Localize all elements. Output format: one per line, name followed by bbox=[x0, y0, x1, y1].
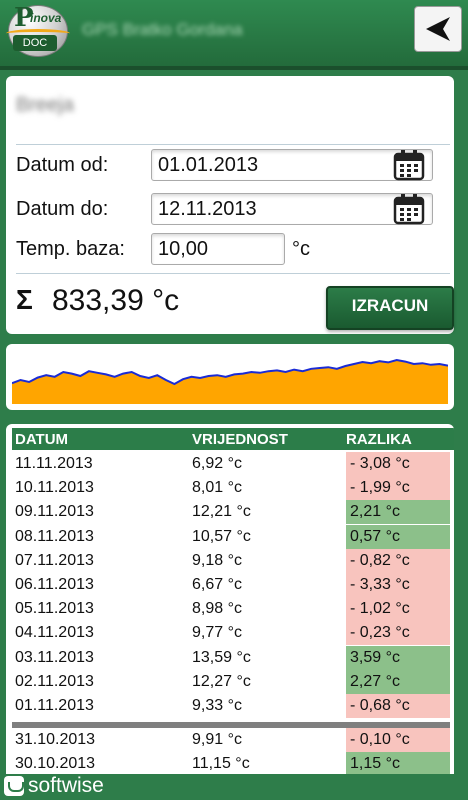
table-row[interactable]: 11.11.2013 6,92 °c - 3,08 °c bbox=[12, 452, 454, 476]
row-date: 10.11.2013 bbox=[15, 479, 94, 497]
row-diff-cell: - 0,23 °c bbox=[346, 621, 450, 646]
row-date: 31.10.2013 bbox=[15, 731, 96, 749]
total-value: 833,39 °c bbox=[52, 284, 180, 317]
row-date: 03.11.2013 bbox=[15, 648, 94, 666]
row-date: 09.11.2013 bbox=[15, 503, 94, 521]
calendar-icon[interactable] bbox=[392, 192, 426, 226]
table-header: DATUM VRIJEDNOST RAZLIKA bbox=[12, 428, 454, 450]
temp-base-input[interactable]: 10,00 bbox=[151, 233, 285, 265]
row-diff-cell: - 0,10 °c bbox=[346, 728, 450, 753]
row-diff-cell: - 0,82 °c bbox=[346, 548, 450, 573]
back-button[interactable] bbox=[414, 6, 462, 52]
table-row[interactable]: 01.11.2013 9,33 °c - 0,68 °c bbox=[12, 694, 454, 718]
row-diff: 0,57 °c bbox=[350, 527, 400, 545]
row-date: 08.11.2013 bbox=[15, 527, 94, 545]
row-value: 12,21 °c bbox=[192, 503, 251, 521]
row-diff: - 0,82 °c bbox=[350, 551, 410, 569]
row-value: 6,67 °c bbox=[192, 576, 242, 593]
row-diff: - 1,02 °c bbox=[350, 600, 410, 618]
row-diff: - 3,33 °c bbox=[350, 576, 410, 593]
row-diff-cell: 1,15 °c bbox=[346, 752, 450, 776]
row-value: 8,01 °c bbox=[192, 479, 242, 497]
pinova-doc-logo: P inova DOC bbox=[4, 3, 72, 57]
footer: softwise bbox=[0, 774, 468, 800]
row-diff-cell: 2,21 °c bbox=[346, 500, 450, 525]
row-value: 9,77 °c bbox=[192, 624, 242, 642]
date-to-input[interactable]: 12.11.2013 bbox=[151, 193, 433, 225]
sigma-symbol: Σ bbox=[16, 284, 33, 315]
row-diff: - 3,08 °c bbox=[350, 455, 410, 472]
row-value: 12,27 °c bbox=[192, 672, 251, 690]
row-diff-cell: 2,27 °c bbox=[346, 669, 450, 694]
table-row[interactable]: 30.10.2013 11,15 °c 1,15 °c bbox=[12, 752, 454, 776]
row-value: 6,92 °c bbox=[192, 455, 242, 472]
softwise-logo-icon bbox=[4, 776, 24, 796]
row-date: 04.11.2013 bbox=[15, 624, 94, 642]
chart-area bbox=[12, 358, 448, 404]
chart-area-fill bbox=[12, 360, 448, 404]
row-date: 05.11.2013 bbox=[15, 600, 94, 618]
header-diff: RAZLIKA bbox=[346, 431, 412, 448]
app-header: P inova DOC GPS Bratko Gordana bbox=[0, 0, 468, 70]
table-row[interactable]: 04.11.2013 9,77 °c - 0,23 °c bbox=[12, 621, 454, 646]
header-value: VRIJEDNOST bbox=[192, 431, 288, 448]
temp-base-label: Temp. baza: bbox=[16, 238, 125, 260]
row-diff: 1,15 °c bbox=[350, 755, 400, 773]
calendar-icon[interactable] bbox=[392, 148, 426, 182]
divider bbox=[16, 144, 450, 145]
row-diff-cell: - 1,02 °c bbox=[346, 597, 450, 622]
footer-brand: softwise bbox=[28, 774, 104, 797]
calculation-form: Breeja Datum od: 01.01.2013 Datum do: 12… bbox=[6, 76, 454, 334]
row-diff: - 0,23 °c bbox=[350, 624, 410, 642]
date-from-input[interactable]: 01.01.2013 bbox=[151, 149, 433, 181]
row-date: 11.11.2013 bbox=[15, 455, 93, 472]
row-diff-cell: 0,57 °c bbox=[346, 524, 450, 549]
row-diff-cell: - 1,99 °c bbox=[346, 476, 450, 501]
station-name: Breeja bbox=[16, 94, 74, 116]
table-row[interactable]: 06.11.2013 6,67 °c - 3,33 °c bbox=[12, 573, 454, 597]
back-arrow-icon bbox=[426, 17, 450, 41]
table-row[interactable]: 02.11.2013 12,27 °c 2,27 °c bbox=[12, 669, 454, 694]
row-diff: 2,27 °c bbox=[350, 672, 400, 690]
row-value: 9,18 °c bbox=[192, 551, 242, 569]
table-row[interactable]: 07.11.2013 9,18 °c - 0,82 °c bbox=[12, 548, 454, 573]
calculate-button[interactable]: IZRACUN bbox=[326, 286, 454, 330]
row-diff-cell: - 0,68 °c bbox=[346, 694, 450, 718]
row-value: 10,57 °c bbox=[192, 527, 251, 545]
date-from-label: Datum od: bbox=[16, 154, 109, 176]
table-row[interactable]: 08.11.2013 10,57 °c 0,57 °c bbox=[12, 524, 454, 549]
row-date: 02.11.2013 bbox=[15, 672, 94, 690]
row-diff: - 0,68 °c bbox=[350, 697, 410, 714]
table-row[interactable]: 03.11.2013 13,59 °c 3,59 °c bbox=[12, 645, 454, 670]
row-diff-cell: - 3,33 °c bbox=[346, 573, 450, 597]
row-diff: 2,21 °c bbox=[350, 503, 400, 521]
temperature-chart bbox=[6, 344, 454, 410]
month-divider bbox=[12, 722, 450, 728]
row-date: 30.10.2013 bbox=[15, 755, 96, 773]
app-title: GPS Bratko Gordana bbox=[82, 20, 243, 39]
table-row[interactable]: 10.11.2013 8,01 °c - 1,99 °c bbox=[12, 476, 454, 501]
date-to-label: Datum do: bbox=[16, 198, 109, 220]
table-row[interactable]: 09.11.2013 12,21 °c 2,21 °c bbox=[12, 500, 454, 525]
data-table: DATUM VRIJEDNOST RAZLIKA 11.11.2013 6,92 … bbox=[6, 424, 454, 776]
row-date: 06.11.2013 bbox=[15, 576, 94, 593]
row-diff-cell: - 3,08 °c bbox=[346, 452, 450, 476]
row-diff: 3,59 °c bbox=[350, 648, 400, 666]
row-value: 13,59 °c bbox=[192, 648, 251, 666]
row-diff: - 0,10 °c bbox=[350, 731, 410, 749]
row-value: 9,33 °c bbox=[192, 697, 242, 714]
header-date: DATUM bbox=[15, 431, 69, 448]
row-diff-cell: 3,59 °c bbox=[346, 645, 450, 670]
table-row[interactable]: 31.10.2013 9,91 °c - 0,10 °c bbox=[12, 728, 454, 753]
row-date: 01.11.2013 bbox=[15, 697, 94, 714]
table-row[interactable]: 05.11.2013 8,98 °c - 1,02 °c bbox=[12, 597, 454, 622]
divider bbox=[16, 273, 450, 274]
row-value: 9,91 °c bbox=[192, 731, 242, 749]
row-value: 11,15 °c bbox=[192, 755, 250, 773]
temp-unit: °c bbox=[292, 238, 310, 260]
row-date: 07.11.2013 bbox=[15, 551, 94, 569]
row-diff: - 1,99 °c bbox=[350, 479, 410, 497]
row-value: 8,98 °c bbox=[192, 600, 242, 618]
